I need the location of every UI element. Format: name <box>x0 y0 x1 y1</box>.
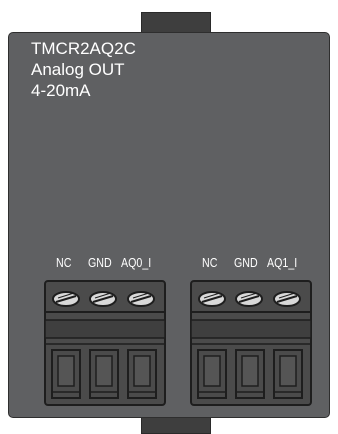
pin-label-aq1: AQ1_I <box>267 255 298 270</box>
module-label: TMCR2AQ2C Analog OUT 4-20mA <box>31 38 136 101</box>
screw-icon[interactable] <box>89 291 117 307</box>
screw-icon[interactable] <box>235 291 263 307</box>
pin-label-nc-1: NC <box>56 255 72 270</box>
wire-slot-icon <box>89 349 119 399</box>
model-number: TMCR2AQ2C <box>31 39 136 58</box>
pin-label-nc-2: NC <box>202 255 218 270</box>
screw-icon[interactable] <box>273 291 301 307</box>
terminal-block-2 <box>190 280 312 406</box>
screw-icon[interactable] <box>52 291 80 307</box>
range-label: 4-20mA <box>31 81 91 100</box>
terminal-block-1 <box>44 280 166 406</box>
screw-icon[interactable] <box>127 291 155 307</box>
pin-label-aq0: AQ0_I <box>121 255 152 270</box>
pin-label-gnd-2: GND <box>234 255 258 270</box>
pin-label-gnd-1: GND <box>88 255 112 270</box>
wire-slot-icon <box>273 349 303 399</box>
wire-slot-icon <box>51 349 81 399</box>
screw-icon[interactable] <box>198 291 226 307</box>
wire-slot-icon <box>127 349 157 399</box>
wire-slot-icon <box>235 349 265 399</box>
function-label: Analog OUT <box>31 60 125 79</box>
wire-slot-icon <box>197 349 227 399</box>
